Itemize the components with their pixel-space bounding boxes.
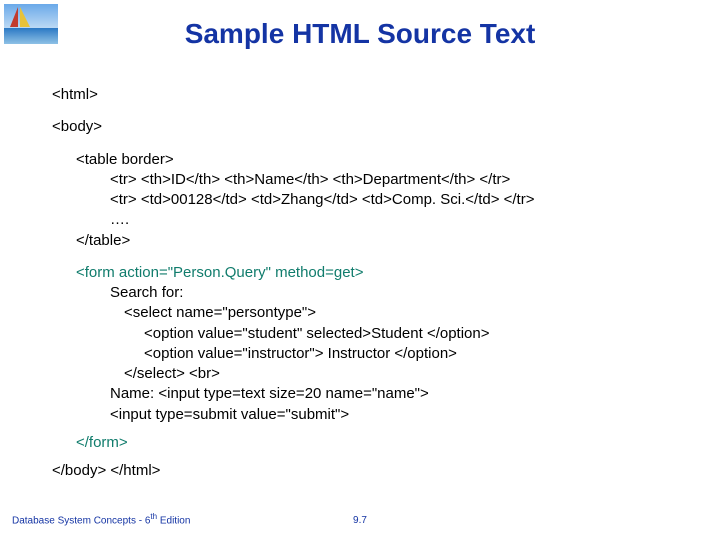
- code-line: <table border>: [52, 150, 680, 170]
- code-block: <html> <body> <table border> <tr> <th>ID…: [52, 85, 680, 481]
- code-line: <html>: [52, 85, 680, 105]
- code-line: <input type=submit value="submit">: [52, 405, 680, 425]
- code-line: </body> </html>: [52, 461, 680, 481]
- code-line: <option value="instructor"> Instructor <…: [52, 344, 680, 364]
- code-line: <form action="Person.Query" method=get>: [52, 263, 680, 283]
- code-line: <tr> <th>ID</th> <th>Name</th> <th>Depar…: [52, 170, 680, 190]
- code-line: <body>: [52, 117, 680, 137]
- code-line: <tr> <td>00128</td> <td>Zhang</td> <td>C…: [52, 190, 680, 210]
- code-line: ….: [52, 210, 680, 230]
- code-line: </table>: [52, 231, 680, 251]
- slide-title: Sample HTML Source Text: [0, 18, 720, 50]
- code-line: Search for:: [52, 283, 680, 303]
- code-line: <option value="student" selected>Student…: [52, 324, 680, 344]
- footer-center: 9.7: [0, 515, 720, 526]
- code-line: </select> <br>: [52, 364, 680, 384]
- code-line: Name: <input type=text size=20 name="nam…: [52, 384, 680, 404]
- code-line: </form>: [52, 433, 680, 453]
- code-line: <select name="persontype">: [52, 303, 680, 323]
- slide: Sample HTML Source Text <html> <body> <t…: [0, 0, 720, 540]
